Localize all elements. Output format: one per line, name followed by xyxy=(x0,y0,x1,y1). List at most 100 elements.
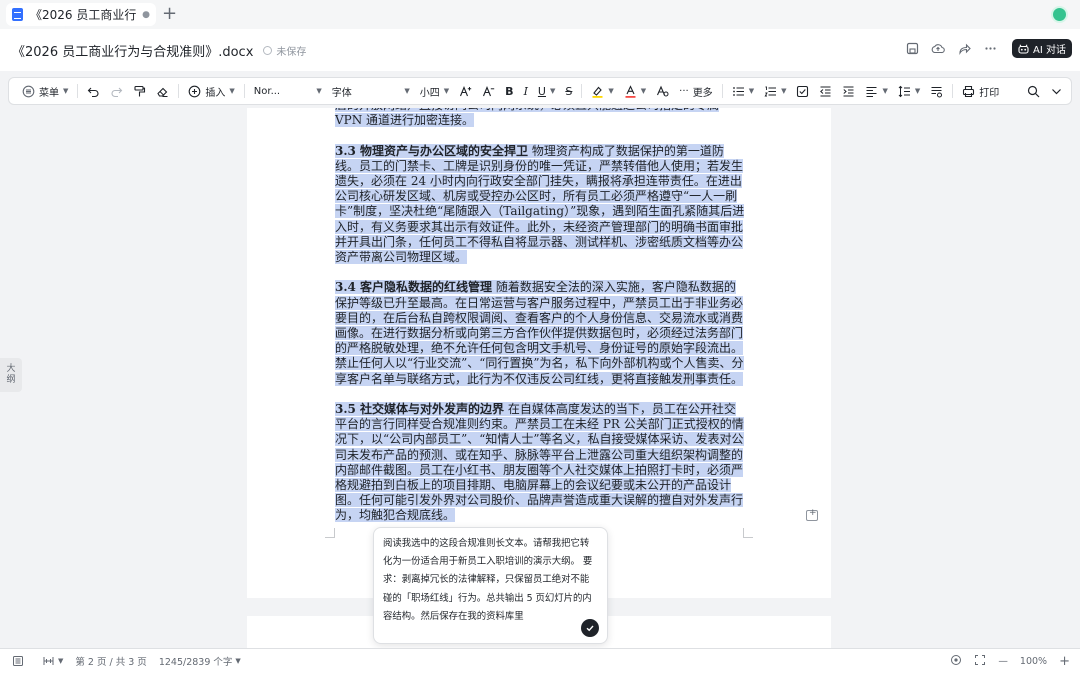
outline-toggle[interactable]: 大 纲 xyxy=(0,358,22,392)
avatar[interactable] xyxy=(1051,6,1068,23)
paragraph-partial[interactable]: 店的开放网络）直接访问公司内网系统，必须且只能通过公司指定的专属 VPN 通道进… xyxy=(335,108,747,128)
strikethrough-button[interactable]: S xyxy=(560,80,577,102)
numbered-list-icon xyxy=(764,86,777,96)
section-body-3-5: 在自媒体高度发达的当下，员工在公开社交平台的言行同样受合规准则约束。严禁员工在未… xyxy=(335,402,744,523)
page-margin-mark-left xyxy=(325,528,335,538)
word-count-value: 1245/2839 个字 xyxy=(158,657,233,668)
indent-icon xyxy=(843,85,854,97)
decrease-indent-button[interactable] xyxy=(814,80,837,102)
checklist-button[interactable] xyxy=(791,80,814,102)
share-icon[interactable] xyxy=(956,41,972,57)
insert-button[interactable]: 插入 ▼ xyxy=(183,80,239,102)
focus-mode-icon[interactable] xyxy=(950,654,962,669)
paragraph-3-4[interactable]: 3.4 客户隐私数据的红线管理 随着数据安全法的深入实施，客户隐私数据的保护等级… xyxy=(335,280,747,386)
outline-label-2: 纲 xyxy=(6,375,16,385)
font-color-icon xyxy=(625,84,636,98)
format-painter-icon xyxy=(134,85,146,96)
section-heading-3-5: 3.5 社交媒体与对外发声的边界 xyxy=(335,402,505,417)
outline-view-icon[interactable] xyxy=(12,655,24,667)
bold-button[interactable]: B xyxy=(500,80,518,102)
undo-icon xyxy=(88,87,99,97)
ai-prompt-input[interactable]: 阅读我选中的这段合规准则长文本。请帮我把它转化为一份适合用于新员工入职培训的演示… xyxy=(383,535,598,626)
page-layout-icon[interactable]: ▼ xyxy=(42,655,63,667)
font-size-select[interactable]: 小四 ▼ xyxy=(415,80,454,102)
eraser-icon xyxy=(157,87,168,97)
search-button[interactable] xyxy=(1022,80,1045,102)
highlight-color-button[interactable]: ▼ xyxy=(586,80,618,102)
paragraph-3-5[interactable]: 3.5 社交媒体与对外发声的边界 在自媒体高度发达的当下，员工在公开社交平台的言… xyxy=(335,402,747,524)
section-body-3-4: 随着数据安全法的深入实施，客户隐私数据的保护等级已升至最高。在日常运营与客户服务… xyxy=(335,280,744,386)
word-count[interactable]: 1245/2839 个字 ▼ xyxy=(159,654,241,668)
paragraph-style-select[interactable]: Nor... ▼ xyxy=(249,80,327,102)
font-family-value: 字体 xyxy=(331,87,352,99)
redo-icon xyxy=(111,87,123,97)
menu-button[interactable]: 菜单 ▼ xyxy=(17,80,73,102)
print-label: 打印 xyxy=(979,87,1000,99)
document-icon xyxy=(12,8,23,21)
collapse-toolbar-button[interactable] xyxy=(1045,80,1068,102)
menu-icon xyxy=(22,85,35,97)
more-button[interactable]: ··· 更多 xyxy=(674,80,718,102)
plus-circle-icon xyxy=(189,85,201,97)
print-button[interactable]: 打印 xyxy=(957,80,1004,102)
robot-icon xyxy=(1018,44,1029,54)
line-spacing-icon xyxy=(898,85,910,97)
font-decrease-icon xyxy=(483,85,495,96)
tab-title: 《2026 员工商业行为与合规准则》.docx xyxy=(30,8,137,22)
decrease-font-button[interactable] xyxy=(477,80,500,102)
font-family-select[interactable]: 字体 ▼ xyxy=(327,80,415,102)
numbered-list-button[interactable]: ▼ xyxy=(759,80,791,102)
font-size-value: 小四 xyxy=(419,87,440,99)
save-icon[interactable] xyxy=(904,41,920,57)
document-page[interactable]: 店的开放网络）直接访问公司内网系统，必须且只能通过公司指定的专属 VPN 通道进… xyxy=(247,108,831,598)
undo-button[interactable] xyxy=(82,80,105,102)
add-comment-icon[interactable] xyxy=(806,508,818,521)
increase-indent-button[interactable] xyxy=(837,80,860,102)
underline-label: U xyxy=(537,84,546,98)
save-status-label: 未保存 xyxy=(276,46,307,58)
new-tab-button[interactable]: + xyxy=(162,4,177,24)
zoom-level[interactable]: 100% xyxy=(1020,656,1047,667)
format-painter-button[interactable] xyxy=(128,80,151,102)
ai-chat-label: AI 对话 xyxy=(1033,45,1066,56)
page-info[interactable]: 第 2 页 / 共 3 页 xyxy=(75,654,146,668)
italic-button[interactable]: I xyxy=(519,80,533,102)
formatting-toolbar: 菜单▼ 插入▼ Nor...▼ 字体▼ 小四▼ B I U▼ S ▼ xyxy=(8,77,1072,105)
chevron-down-icon xyxy=(1052,88,1062,94)
document-title[interactable]: 《2026 员工商业行为与合规准则》.docx xyxy=(12,41,253,60)
document-body[interactable]: 店的开放网络）直接访问公司内网系统，必须且只能通过公司指定的专属 VPN 通道进… xyxy=(335,108,747,539)
outdent-icon xyxy=(820,85,831,97)
text-effect-button[interactable] xyxy=(651,80,674,102)
fullscreen-icon[interactable] xyxy=(974,654,986,669)
unsaved-icon xyxy=(263,45,273,55)
check-icon xyxy=(586,625,594,632)
zoom-out-button[interactable]: — xyxy=(998,656,1008,667)
paragraph-settings-button[interactable] xyxy=(925,80,948,102)
align-button[interactable]: ▼ xyxy=(860,80,892,102)
font-increase-icon xyxy=(460,85,472,96)
ai-prompt-box[interactable]: 阅读我选中的这段合规准则长文本。请帮我把它转化为一份适合用于新员工入职培训的演示… xyxy=(373,527,608,644)
increase-font-button[interactable] xyxy=(454,80,477,102)
align-left-icon xyxy=(866,86,877,97)
outline-label-1: 大 xyxy=(6,364,16,374)
text-effect-icon xyxy=(657,85,669,96)
checkbox-icon xyxy=(797,85,809,97)
paragraph-3-3[interactable]: 3.3 物理资产与办公区域的安全捍卫 物理资产构成了数据保护的第一道防线。员工的… xyxy=(335,143,747,266)
font-color-button[interactable]: ▼ xyxy=(619,80,651,102)
clear-format-button[interactable] xyxy=(151,80,174,102)
bullet-list-icon xyxy=(732,86,744,96)
ai-chat-button[interactable]: AI 对话 xyxy=(1012,39,1072,58)
underline-button[interactable]: U ▼ xyxy=(533,80,560,102)
zoom-in-button[interactable]: + xyxy=(1059,654,1070,669)
paragraph-settings-icon xyxy=(931,86,943,97)
close-icon[interactable]: ● xyxy=(142,10,150,20)
redo-button[interactable] xyxy=(105,80,128,102)
section-body-3-3: 物理资产构成了数据保护的第一道防线。员工的门禁卡、工牌是识别身份的唯一凭证，严禁… xyxy=(335,143,745,265)
send-button[interactable] xyxy=(581,619,599,637)
upload-icon[interactable] xyxy=(930,41,946,57)
zoom-controls: — 100% + xyxy=(950,654,1070,669)
line-spacing-button[interactable]: ▼ xyxy=(893,80,925,102)
more-options-icon[interactable] xyxy=(982,41,998,57)
tab-document[interactable]: 《2026 员工商业行为与合规准则》.docx ● xyxy=(6,3,156,26)
bullet-list-button[interactable]: ▼ xyxy=(727,80,759,102)
